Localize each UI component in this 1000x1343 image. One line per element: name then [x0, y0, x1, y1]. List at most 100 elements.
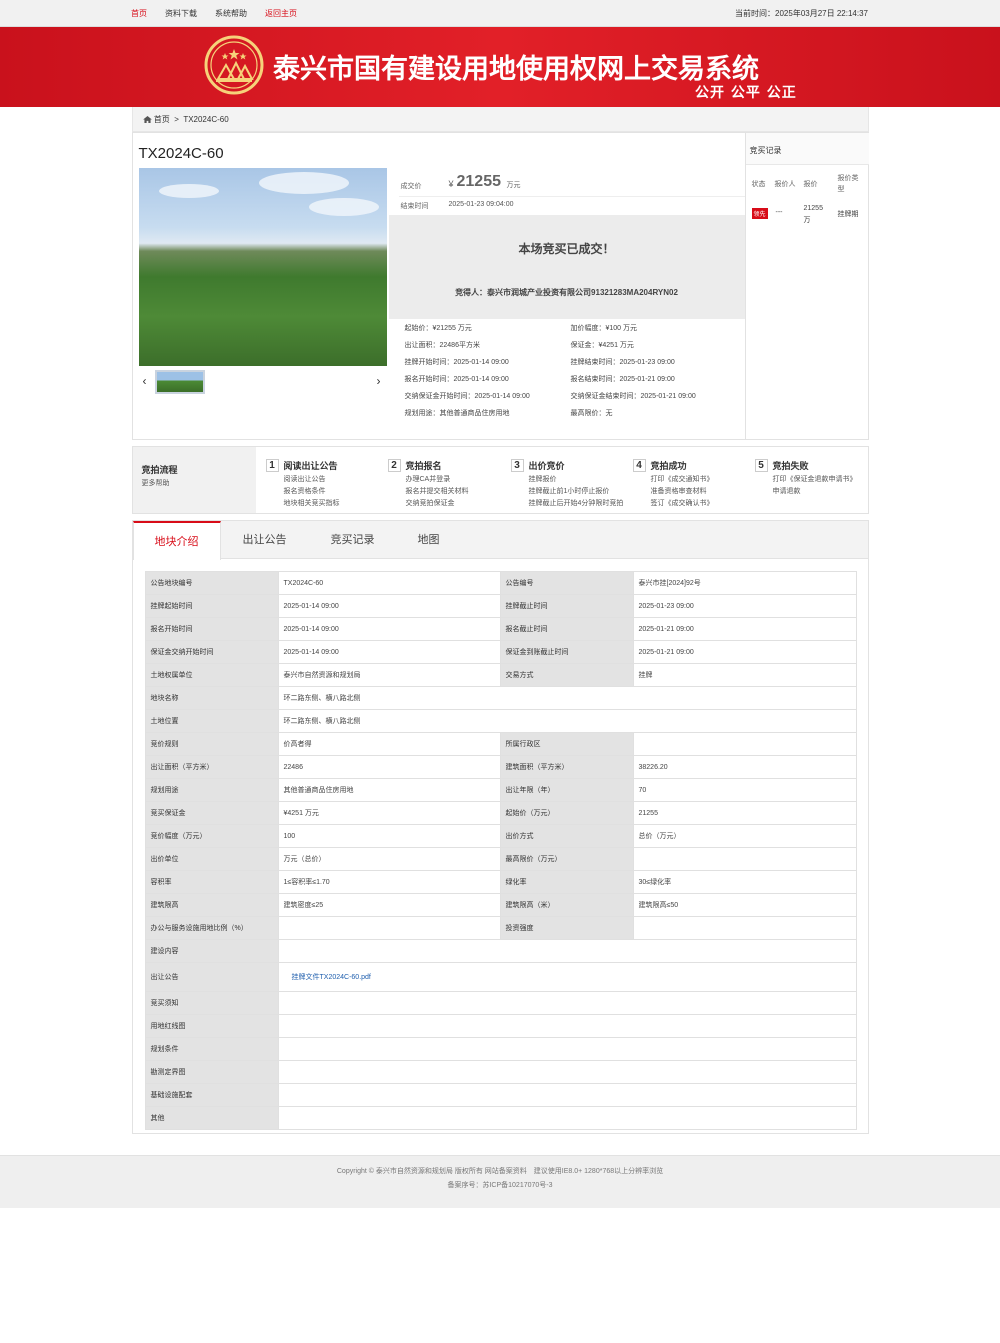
process-sidebar: 竞拍流程 更多帮助	[132, 447, 256, 513]
field-label: 保证金到账截止时间	[499, 640, 634, 664]
field-label: 公告地块编号	[144, 571, 279, 595]
field-value: 挂牌	[632, 663, 857, 687]
tab-bid-record[interactable]: 竞买记录	[309, 521, 397, 559]
table-row: 竞买须知	[144, 991, 857, 1015]
tab-map[interactable]: 地图	[385, 521, 473, 559]
field-value: 2025-01-23 09:00	[632, 594, 857, 618]
table-row: 办公与服务设施用地比例（%） 投资强度	[144, 916, 857, 940]
table-row: 出让公告 挂牌文件TX2024C-60.pdf	[144, 962, 857, 992]
field-label: 土地权属单位	[144, 663, 279, 687]
photo-cloud	[258, 172, 349, 194]
announcement-file-link[interactable]: 挂牌文件TX2024C-60.pdf	[277, 962, 857, 992]
table-row: 公告地块编号 TX2024C-60 公告编号 泰兴市挂[2024]92号	[144, 571, 857, 595]
field-value: 环二路东侧、横八路北侧	[277, 686, 857, 710]
nav-return-home-link[interactable]: 返回主页	[265, 8, 297, 19]
deal-price-label: 成交价	[400, 183, 422, 190]
spec-signup-end: 报名结束时间：2025-01-21 09:00	[571, 374, 675, 384]
table-row: 地块名称 环二路东侧、横八路北侧	[144, 686, 857, 710]
table-row: 规划用途 其他普通商品住房用地 出让年限（年） 70	[144, 778, 857, 802]
table-row: 基础设施配套	[144, 1083, 857, 1107]
field-label: 建筑面积（平方米）	[499, 755, 634, 779]
step-item: 交纳竞拍保证金	[405, 500, 455, 507]
next-photo-icon[interactable]: ›	[377, 374, 381, 388]
process-step-1: 1 阅读出让公告 阅读出让公告 报名资格条件 地块相关竞买指标	[265, 459, 386, 510]
land-photo	[138, 168, 387, 366]
spec-area: 出让面积：22486平方米	[405, 340, 480, 350]
field-label: 公告编号	[499, 571, 634, 595]
table-row: 竞买保证金 ¥4251 万元 起始价（万元） 21255	[144, 801, 857, 825]
field-value: 2025-01-21 09:00	[632, 617, 857, 641]
site-slogan: 公开 公平 公正	[695, 85, 797, 101]
field-value	[632, 916, 857, 940]
spec-label: 报名结束时间：	[570, 376, 620, 383]
field-label: 建筑限高（米）	[499, 893, 634, 917]
more-help-link[interactable]: 更多帮助	[142, 478, 170, 488]
photo-cloud	[158, 184, 219, 198]
table-row: 用地红线图	[144, 1014, 857, 1038]
step-number: 3	[510, 459, 524, 472]
footer-icp[interactable]: 备案序号：苏ICP备10217070号-3	[0, 1179, 1000, 1193]
field-value: 100	[277, 824, 501, 848]
footer-copyright: Copyright © 泰兴市自然资源和规划局 版权所有 网站备案资料 建议使用…	[336, 1168, 664, 1175]
field-label: 出让面积（平方米）	[144, 755, 279, 779]
deal-price-row: 成交价 ¥ 21255 万元	[398, 171, 745, 197]
nav-help-link[interactable]: 系统帮助	[215, 8, 247, 19]
bid-bidder: ---	[775, 209, 783, 216]
top-bar: 首页 资料下载 系统帮助 返回主页 当前时间：2025年03月27日 22:14…	[0, 0, 1000, 27]
step-item: 报名并提交相关材料	[405, 488, 469, 495]
field-label: 土地位置	[144, 709, 279, 733]
auction-result: 本场竞买已成交！ 竞得人：泰兴市润城产业投资有限公司91321283MA204R…	[388, 215, 745, 319]
process-step-2: 2 竞拍报名 办理CA并登录 报名并提交相关材料 交纳竞拍保证金	[387, 459, 508, 510]
field-value: 其他普通商品住房用地	[277, 778, 501, 802]
current-time: 当前时间：2025年03月27日 22:14:37	[735, 8, 868, 19]
field-label: 规划用途	[144, 778, 279, 802]
spec-value: 2025-01-14 09:00	[474, 393, 530, 400]
field-label: 基础设施配套	[144, 1083, 279, 1107]
emblem-logo	[204, 35, 264, 95]
photo-thumbnail[interactable]	[154, 370, 205, 394]
field-value	[277, 1106, 857, 1130]
end-time-label: 结束时间	[400, 203, 429, 210]
table-row: 挂牌起始时间 2025-01-14 09:00 挂牌截止时间 2025-01-23 0…	[144, 594, 857, 618]
field-value: 30≤绿化率	[632, 870, 857, 894]
tab-land-intro[interactable]: 地块介绍	[132, 521, 221, 560]
result-title: 本场竞买已成交！	[518, 242, 615, 256]
field-label: 办公与服务设施用地比例（%）	[144, 916, 279, 940]
spec-label: 挂牌结束时间：	[570, 359, 620, 366]
top-nav: 首页 资料下载 系统帮助 返回主页	[131, 8, 315, 19]
process-title: 竞拍流程	[141, 465, 178, 475]
nav-downloads-link[interactable]: 资料下载	[165, 8, 197, 19]
field-value: 70	[632, 778, 857, 802]
table-row: 出价单位 万元（总价） 最高限价（万元）	[144, 847, 857, 871]
auction-process: 竞拍流程 更多帮助 1 阅读出让公告 阅读出让公告 报名资格条件 地块相关竞买指标 2…	[131, 446, 869, 514]
step-title: 阅读出让公告	[283, 461, 338, 471]
table-row: 容积率 1≤容积率≤1.70 绿化率 30≤绿化率	[144, 870, 857, 894]
spec-value: 2025-01-14 09:00	[453, 376, 509, 383]
spec-value: ¥100 万元	[605, 325, 638, 332]
field-value	[277, 1014, 857, 1038]
field-value: 22486	[277, 755, 501, 779]
prev-photo-icon[interactable]: ‹	[143, 374, 147, 388]
deal-price: 21255	[456, 173, 502, 190]
step-title: 竞拍成功	[650, 461, 687, 471]
field-value	[277, 916, 501, 940]
field-value: 2025-01-21 09:00	[632, 640, 857, 664]
step-title: 竞拍报名	[405, 461, 442, 471]
step-item: 打印《成交通知书》	[650, 476, 714, 483]
field-value: 价高者得	[277, 732, 501, 756]
spec-value: ¥4251 万元	[598, 342, 634, 349]
photo-cloud	[308, 198, 379, 216]
field-value	[277, 1060, 857, 1084]
bid-record-title: 竞买记录	[745, 133, 869, 165]
field-value: TX2024C-60	[277, 571, 501, 595]
field-value: ¥4251 万元	[277, 801, 501, 825]
breadcrumb-home[interactable]: 首页	[154, 115, 170, 124]
field-label: 交易方式	[499, 663, 634, 687]
field-label: 竞买保证金	[144, 801, 279, 825]
home-icon	[142, 116, 152, 124]
tab-announcement[interactable]: 出让公告	[221, 521, 309, 559]
nav-home-link[interactable]: 首页	[131, 8, 147, 19]
spec-listing-end: 挂牌结束时间：2025-01-23 09:00	[571, 357, 675, 367]
bid-header-bidder: 报价人	[774, 181, 796, 188]
step-item: 办理CA并登录	[405, 476, 451, 483]
